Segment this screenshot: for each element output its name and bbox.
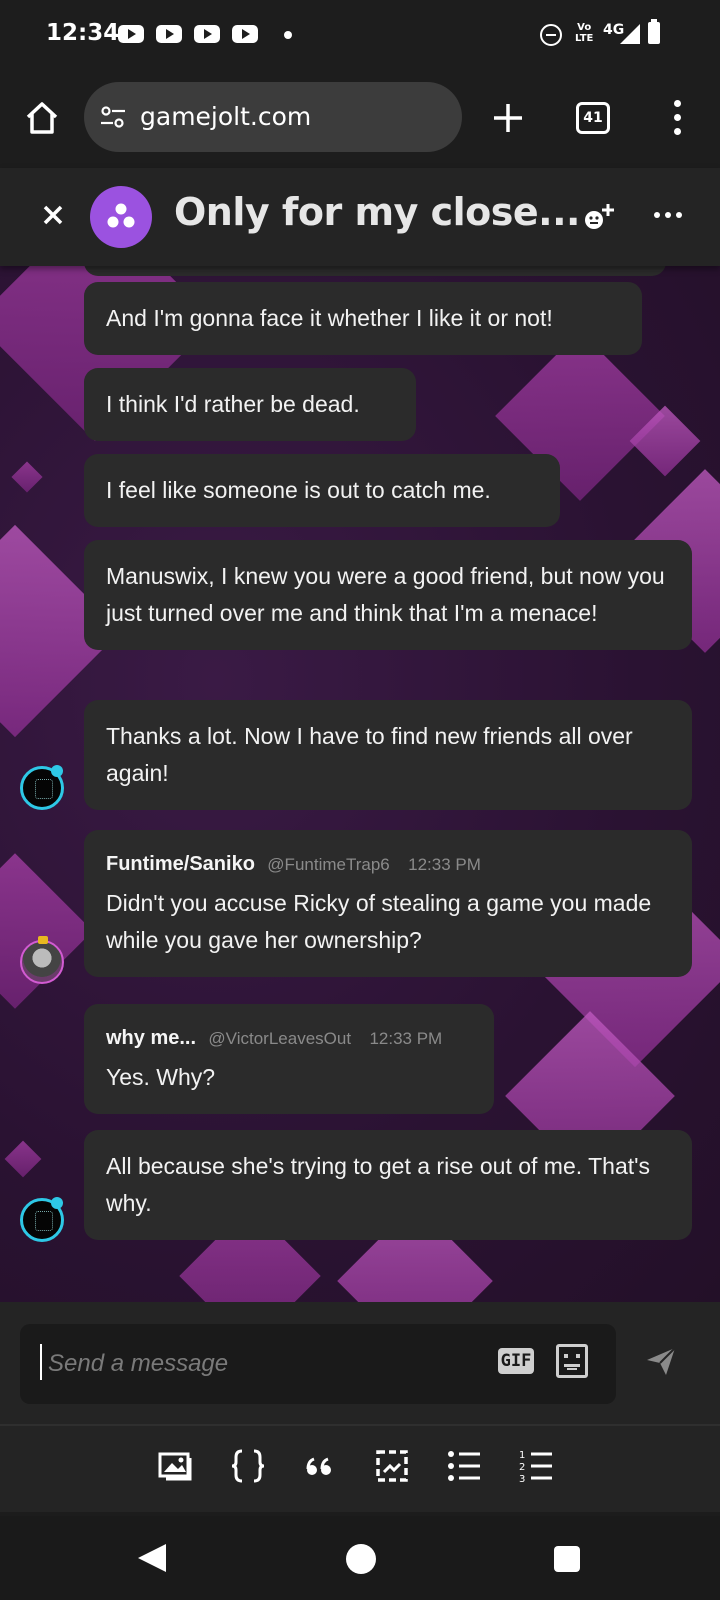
status-time: 12:34 [46,20,120,46]
message-text: And I'm gonna face it whether I like it … [106,305,553,331]
message-time: 12:33 PM [369,1029,443,1048]
message-meta: why me... @VictorLeavesOut 12:33 PM [106,1022,472,1053]
message-bubble: All because she's trying to get a rise o… [84,1130,692,1240]
message-text: Yes. Why? [106,1064,216,1090]
message-bubble: Funtime/Saniko @FuntimeTrap6 12:33 PM Di… [84,830,692,977]
message-meta: Funtime/Saniko @FuntimeTrap6 12:33 PM [106,848,670,879]
tabs-icon[interactable]: 41 [576,102,610,134]
code-block-icon[interactable] [228,1446,268,1486]
message-bubble: Thanks a lot. Now I have to find new fri… [84,700,692,810]
message-composer[interactable]: GIF [20,1324,616,1404]
chat-message-list[interactable]: And I'm gonna face it whether I like it … [0,266,720,1302]
youtube-icon [156,25,182,43]
recents-icon[interactable] [554,1546,580,1572]
home-icon[interactable] [22,98,62,138]
notification-dot [284,31,292,39]
sender-handle[interactable]: @VictorLeavesOut [208,1029,351,1048]
text-caret [40,1344,42,1380]
message-text: Manuswix, I knew you were a good friend,… [106,563,665,626]
message-time: 12:33 PM [408,855,481,874]
svg-text:1: 1 [519,1450,525,1461]
message-text: Thanks a lot. Now I have to find new fri… [106,723,633,786]
home-icon[interactable] [346,1544,376,1574]
message-bubble: why me... @VictorLeavesOut 12:33 PM Yes.… [84,1004,494,1114]
more-icon[interactable] [654,210,684,220]
signal-icon [620,24,640,44]
chat-header: Only for my close... [0,168,720,266]
avatar[interactable] [20,936,64,984]
do-not-disturb-icon [540,24,562,46]
message-bubble: I feel like someone is out to catch me. [84,454,560,527]
message-bubble: And I'm gonna face it whether I like it … [84,282,642,355]
message-bubble [84,266,666,276]
sender-handle[interactable]: @FuntimeTrap6 [267,855,389,874]
url-text[interactable]: gamejolt.com [140,102,311,131]
message-text: Didn't you accuse Ricky of stealing a ga… [106,890,652,953]
avatar[interactable] [20,1197,64,1242]
youtube-icon [232,25,258,43]
youtube-icon [118,25,144,43]
message-text: I feel like someone is out to catch me. [106,477,491,503]
numbered-list-icon[interactable]: 123 [516,1446,556,1486]
site-settings-icon[interactable] [98,102,128,132]
message-bubble: Manuswix, I knew you were a good friend,… [84,540,692,650]
send-icon[interactable] [644,1344,678,1378]
add-member-icon[interactable] [582,202,616,234]
gif-button[interactable]: GIF [498,1348,534,1374]
divider [0,1424,720,1426]
chat-title[interactable]: Only for my close... [174,190,580,234]
composer-area: GIF 123 [0,1302,720,1512]
group-icon[interactable] [90,186,152,248]
sticker-icon[interactable] [556,1344,588,1378]
sender-name[interactable]: Funtime/Saniko [106,853,255,875]
avatar[interactable] [20,765,64,810]
message-text: I think I'd rather be dead. [106,391,360,417]
youtube-icon [194,25,220,43]
close-icon[interactable] [36,198,70,232]
background-diamond [11,461,43,493]
message-input[interactable] [48,1346,468,1382]
image-icon[interactable] [156,1446,196,1486]
new-tab-icon[interactable] [488,98,528,138]
browser-toolbar: gamejolt.com 41 [0,70,720,168]
spoiler-icon[interactable] [372,1446,412,1486]
message-text: All because she's trying to get a rise o… [106,1153,651,1216]
overflow-menu-icon[interactable] [668,100,688,136]
background-diamond [4,1140,42,1178]
battery-icon [648,19,660,44]
svg-text:3: 3 [519,1474,525,1485]
address-bar[interactable]: gamejolt.com [84,82,462,152]
message-bubble: I think I'd rather be dead. [84,368,416,441]
system-nav-bar [0,1516,720,1600]
status-bar: 12:34 Vo LTE 4G [0,0,720,70]
quote-icon[interactable] [300,1446,340,1486]
svg-text:2: 2 [519,1462,525,1473]
sender-name[interactable]: why me... [106,1027,196,1049]
volte-icon: Vo LTE [575,22,594,44]
bullet-list-icon[interactable] [444,1446,484,1486]
background-diamond [0,853,93,1009]
back-icon[interactable] [138,1544,166,1572]
